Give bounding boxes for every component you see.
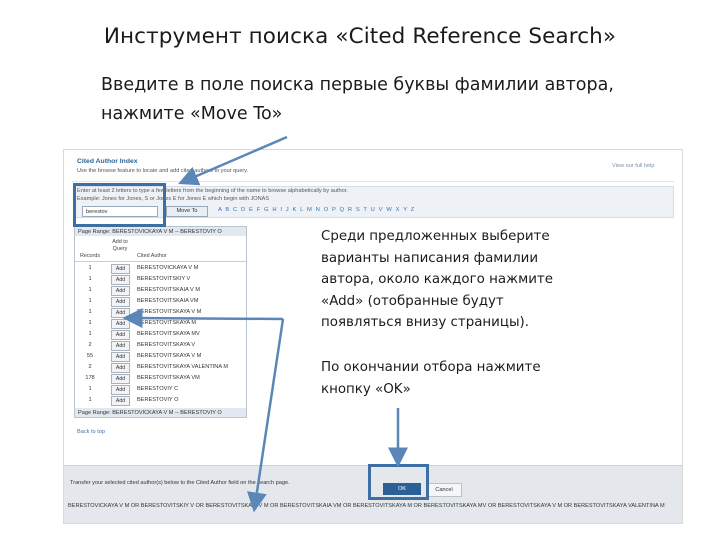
add-button[interactable]: Add	[111, 374, 130, 384]
ok-callout: По окончании отбора нажмите кнопку «OK»	[321, 360, 541, 397]
table-row: 178 Add BERESTOVITSKAYA VM	[75, 373, 246, 384]
cited-author-table: Page Range: BERESTOVICKAYA V M -- BEREST…	[74, 226, 247, 418]
transfer-instructions: Transfer your selected cited author(s) b…	[70, 480, 290, 486]
cited-author-name: BERESTOVITSKIY V	[137, 276, 191, 282]
cancel-button[interactable]: Cancel	[426, 483, 462, 497]
cited-author-name: BERESTOVICKAYA V M	[137, 265, 199, 271]
record-count: 1	[88, 331, 92, 337]
record-count: 1	[88, 276, 92, 282]
panel-title: Cited Author Index	[77, 158, 138, 165]
cited-author-name: BERESTOVIY C	[137, 386, 179, 392]
cited-author-name: BERESTOVITSKAYA MV	[137, 331, 200, 337]
add-button[interactable]: Add	[111, 385, 130, 395]
add-button[interactable]: Add	[111, 297, 130, 307]
back-to-top-link[interactable]: Back to top	[77, 429, 105, 436]
instruction-text: Введите в поле поиска первые буквы фамил…	[101, 75, 614, 124]
table-row: 1 Add BERESTOVITSKAYA MV	[75, 329, 246, 340]
cited-author-name: BERESTOVITSKAIA VM	[137, 298, 199, 304]
table-row: 2 Add BERESTOVITSKAYA VALENTINA M	[75, 362, 246, 373]
cited-author-name: BERESTOVITSKAYA V	[137, 342, 196, 348]
add-button[interactable]: Add	[111, 308, 130, 318]
add-button[interactable]: Add	[111, 319, 130, 329]
page-range-top: Page Range: BERESTOVICKAYA V M -- BEREST…	[75, 227, 246, 236]
record-count: 1	[88, 386, 92, 392]
table-row: 1 Add BERESTOVITSKAIA V M	[75, 285, 246, 296]
record-count: 1	[88, 298, 92, 304]
add-button[interactable]: Add	[111, 341, 130, 351]
table-row: 1 Add BERESTOVITSKIY V	[75, 274, 246, 285]
record-count: 1	[88, 287, 92, 293]
table-row: 1 Add BERESTOVITSKAYA V M	[75, 307, 246, 318]
col-add-to-query: Add to Query	[112, 239, 128, 252]
record-count: 2	[88, 364, 92, 370]
add-button[interactable]: Add	[111, 352, 130, 362]
move-to-button[interactable]: Move To	[166, 206, 208, 217]
cited-author-name: BERESTOVITSKAYA V M	[137, 309, 202, 315]
alphabet-links[interactable]: A B C D E F G H I J K L M N O P Q R S T …	[218, 207, 415, 214]
page-range-label: Page Range: BERESTOVICKAYA V M -- BEREST…	[78, 229, 222, 235]
col-cited-author: Cited Author	[137, 253, 167, 259]
cited-author-name: BERESTOVIY O	[137, 397, 179, 403]
ok-button-highlight	[368, 464, 429, 500]
col-records: Records	[79, 253, 101, 259]
cited-author-name: BERESTOVITSKAYA VALENTINA M	[137, 364, 228, 370]
page-range-label: Page Range: BERESTOVICKAYA V M -- BEREST…	[78, 410, 222, 416]
table-row: 1 Add BERESTOVITSKAYA M	[75, 318, 246, 329]
add-button[interactable]: Add	[111, 264, 130, 274]
header-divider	[72, 181, 674, 182]
record-count: 178	[85, 375, 95, 381]
cited-author-name: BERESTOVITSKAYA V M	[137, 353, 202, 359]
add-button[interactable]: Add	[111, 396, 130, 406]
table-row: 1 Add BERESTOVITSKAIA VM	[75, 296, 246, 307]
table-row: 2 Add BERESTOVITSKAYA V	[75, 340, 246, 351]
record-count: 1	[88, 265, 92, 271]
help-link[interactable]: View our full help	[612, 163, 655, 170]
record-count: 1	[88, 397, 92, 403]
table-row: 1 Add BERESTOVIY C	[75, 384, 246, 395]
add-button[interactable]: Add	[111, 330, 130, 340]
table-header-rule	[75, 261, 246, 262]
record-count: 1	[88, 309, 92, 315]
add-button[interactable]: Add	[111, 286, 130, 296]
select-authors-callout: Среди предложенных выберите варианты нап…	[321, 229, 553, 331]
slide-title: Инструмент поиска «Cited Reference Searc…	[103, 24, 617, 49]
cited-author-name: BERESTOVITSKAYA VM	[137, 375, 200, 381]
selected-authors-field[interactable]: BERESTOVICKAYA V M OR BERESTOVITSKIY V O…	[68, 503, 665, 510]
record-count: 2	[88, 342, 92, 348]
table-row: 55 Add BERESTOVITSKAYA V M	[75, 351, 246, 362]
page-range-bottom: Page Range: BERESTOVICKAYA V M -- BEREST…	[75, 408, 246, 417]
record-count: 1	[88, 320, 92, 326]
add-button[interactable]: Add	[111, 363, 130, 373]
record-count: 55	[86, 353, 94, 359]
cited-author-name: BERESTOVITSKAYA M	[137, 320, 197, 326]
add-button[interactable]: Add	[111, 275, 130, 285]
search-field-highlight	[73, 183, 166, 227]
panel-hint: Use the browse feature to locate and add…	[77, 168, 249, 174]
table-row: 1 Add BERESTOVICKAYA V M	[75, 263, 246, 274]
cited-author-name: BERESTOVITSKAIA V M	[137, 287, 201, 293]
table-row: 1 Add BERESTOVIY O	[75, 395, 246, 406]
